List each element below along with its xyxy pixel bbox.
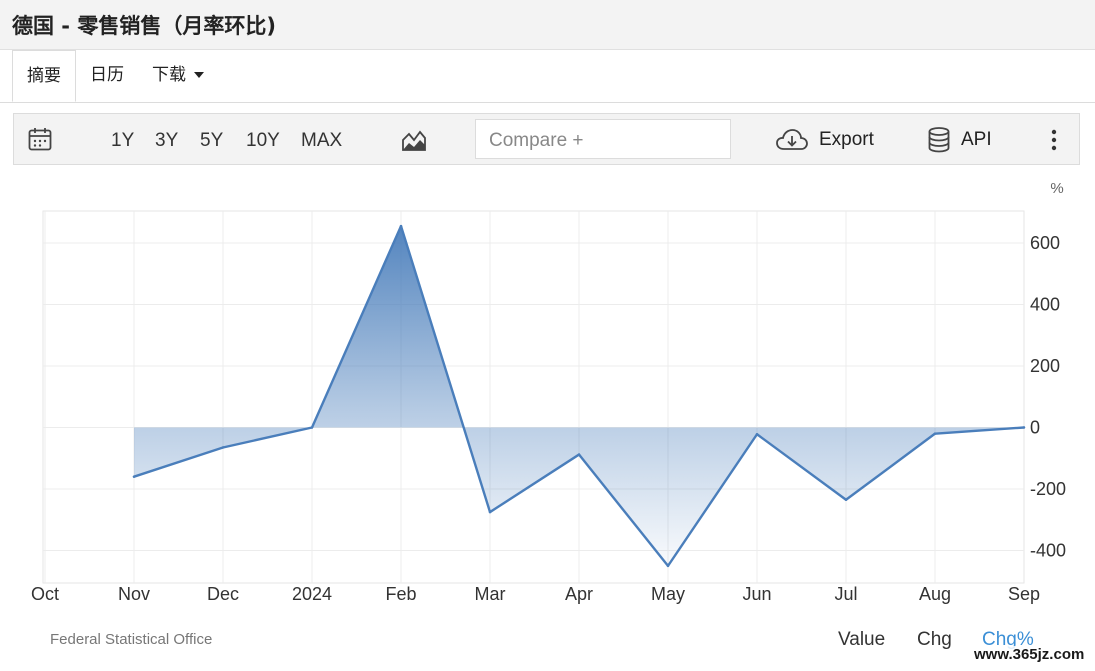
- source-label: Federal Statistical Office: [50, 631, 213, 648]
- x-tick-label: Sep: [1008, 584, 1040, 604]
- range-10y-button[interactable]: 10Y: [246, 130, 280, 152]
- y-tick-label: 200: [1030, 356, 1060, 376]
- range-3y-button[interactable]: 3Y: [155, 130, 178, 152]
- y-tick-label: 400: [1030, 295, 1060, 315]
- data-point-jul[interactable]: [844, 498, 848, 501]
- x-tick-label: Jun: [742, 584, 771, 604]
- x-tick-label: Jul: [834, 584, 857, 604]
- data-point-sep[interactable]: [1022, 426, 1026, 429]
- watermark: www.365jz.com: [972, 646, 1087, 663]
- y-unit-label: %: [1050, 180, 1063, 197]
- x-tick-label: Aug: [919, 584, 951, 604]
- api-label: API: [961, 129, 992, 150]
- tab-download[interactable]: 下载: [152, 50, 204, 102]
- chart-grid: [42, 210, 1025, 584]
- x-tick-label: May: [651, 584, 685, 604]
- page-title: 德国 - 零售销售（月率环比): [12, 14, 276, 38]
- tab-bar: 摘要 日历 下载: [0, 50, 1095, 103]
- x-axis: Oct Nov Dec 2024 Feb Mar Apr May Jun Jul Aug Sep: [31, 584, 1040, 604]
- x-tick-label: Feb: [385, 584, 416, 604]
- data-point-nov[interactable]: [132, 475, 136, 478]
- compare-input[interactable]: Compare +: [475, 119, 731, 159]
- export-label: Export: [819, 129, 874, 150]
- data-point-mar[interactable]: [488, 510, 492, 514]
- data-point-jun[interactable]: [755, 433, 759, 436]
- tab-calendar[interactable]: 日历: [90, 50, 124, 102]
- calendar-icon[interactable]: [28, 127, 52, 151]
- data-point-aug[interactable]: [933, 432, 937, 435]
- x-tick-label: Oct: [31, 584, 59, 604]
- chart-area: % Oct Nov Dec 2024 Feb Mar Apr May Jun Jul Aug Sep …: [31, 180, 1066, 604]
- x-tick-label: Dec: [207, 584, 239, 604]
- caret-down-icon: [194, 72, 204, 78]
- tab-download-label: 下载: [152, 65, 186, 85]
- range-1y-button[interactable]: 1Y: [111, 130, 134, 152]
- chart-type-icon[interactable]: [401, 128, 427, 152]
- range-5y-button[interactable]: 5Y: [200, 130, 223, 152]
- more-vertical-icon[interactable]: [1048, 128, 1060, 152]
- y-tick-label: -400: [1030, 541, 1066, 561]
- database-icon: [928, 127, 950, 153]
- cloud-download-icon: [776, 129, 808, 150]
- y-tick-label: 600: [1030, 233, 1060, 253]
- data-point-dec[interactable]: [221, 446, 225, 449]
- data-point-2024[interactable]: [310, 426, 314, 429]
- y-tick-label: 0: [1030, 418, 1040, 438]
- data-point-apr[interactable]: [577, 453, 581, 456]
- tab-summary[interactable]: 摘要: [12, 50, 76, 102]
- x-tick-label: Mar: [475, 584, 506, 604]
- range-max-button[interactable]: MAX: [301, 130, 342, 152]
- mode-value-button[interactable]: Value: [838, 629, 885, 651]
- x-tick-label: 2024: [292, 584, 332, 604]
- y-axis: 600 400 200 0 -200 -400: [1030, 233, 1066, 561]
- x-tick-label: Apr: [565, 584, 593, 604]
- data-point-may[interactable]: [666, 564, 670, 568]
- data-point-feb[interactable]: [399, 224, 403, 228]
- title-bar: 德国 - 零售销售（月率环比): [0, 0, 1095, 50]
- plot-frame: [42, 210, 1025, 584]
- y-tick-label: -200: [1030, 479, 1066, 499]
- x-tick-label: Nov: [118, 584, 150, 604]
- chart-toolbar: 1Y 3Y 5Y 10Y MAX Compare + Export API: [13, 113, 1080, 165]
- mode-chg-button[interactable]: Chg: [917, 629, 952, 651]
